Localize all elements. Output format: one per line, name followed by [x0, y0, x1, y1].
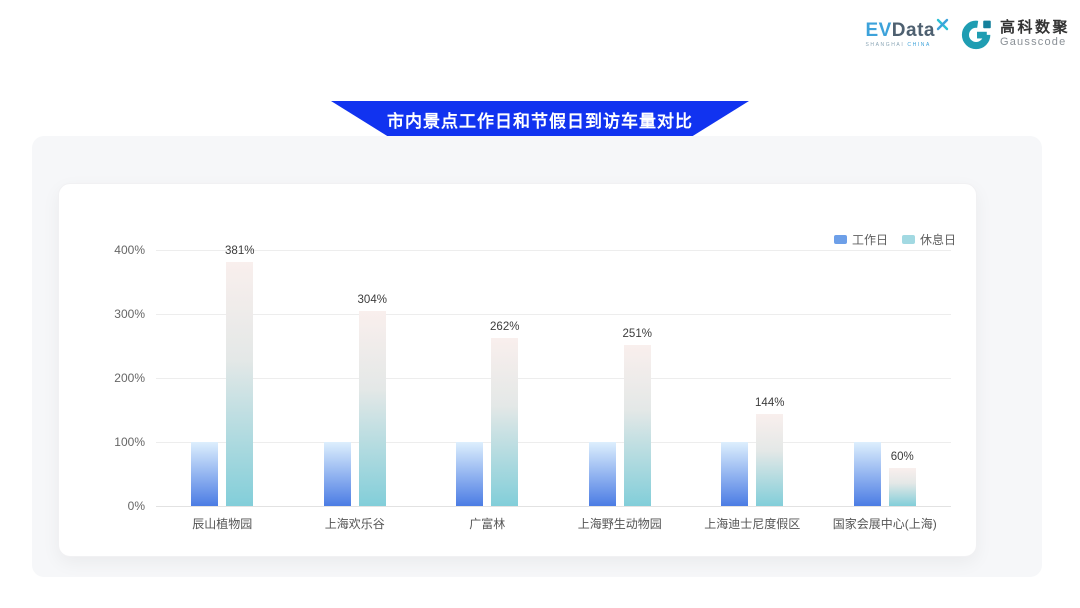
legend-item-restday[interactable]: 休息日 — [902, 231, 956, 248]
x-axis-label-广富林: 广富林 — [421, 515, 553, 532]
y-axis-tick-400%: 400% — [89, 243, 145, 257]
gausscode-logo: 高科数聚 Gausscode — [961, 18, 1070, 50]
workday-legend-marker — [834, 235, 847, 244]
value-label-国家会展中心(上海): 60% — [857, 451, 947, 463]
y-axis-tick-0%: 0% — [89, 499, 145, 513]
value-label-广富林: 262% — [460, 321, 550, 333]
bar-restday-国家会展中心(上海) — [889, 468, 916, 506]
value-label-辰山植物园: 381% — [195, 245, 285, 257]
workday-legend-label: 工作日 — [852, 231, 888, 248]
y-axis-tick-300%: 300% — [89, 307, 145, 321]
bar-workday-上海迪士尼度假区 — [721, 442, 748, 506]
bar-workday-广富林 — [456, 442, 483, 506]
x-axis-label-上海迪士尼度假区: 上海迪士尼度假区 — [686, 515, 818, 532]
bar-workday-上海野生动物园 — [589, 442, 616, 506]
evdata-ev-text: EV — [865, 21, 891, 40]
restday-legend-label: 休息日 — [920, 231, 956, 248]
x-axis-label-上海野生动物园: 上海野生动物园 — [554, 515, 686, 532]
y-axis-tick-100%: 100% — [89, 435, 145, 449]
bar-restday-辰山植物园 — [226, 262, 253, 506]
evdata-subtext-right: CHINA — [907, 42, 931, 48]
evdata-wordmark: EVData — [865, 21, 949, 40]
header-logos: EVData SHANGHAI CHINA 高科数聚 Gausscode — [865, 18, 1070, 50]
legend-item-workday[interactable]: 工作日 — [834, 231, 888, 248]
page-title: 市内景点工作日和节假日到访车量对比 — [387, 107, 693, 134]
x-axis-label-上海欢乐谷: 上海欢乐谷 — [289, 515, 421, 532]
bar-restday-上海欢乐谷 — [359, 311, 386, 506]
gridline-300% — [156, 314, 951, 315]
value-label-上海野生动物园: 251% — [592, 328, 682, 340]
gridline-100% — [156, 442, 951, 443]
evdata-subtext: SHANGHAI CHINA — [865, 43, 949, 48]
evdata-x-icon — [936, 18, 949, 31]
evdata-data-text: Data — [892, 21, 935, 40]
page: EVData SHANGHAI CHINA 高科数聚 Gausscode — [0, 0, 1080, 608]
gridline-0% — [156, 506, 951, 507]
evdata-logo: EVData SHANGHAI CHINA — [865, 21, 949, 48]
gridline-200% — [156, 378, 951, 379]
bar-workday-辰山植物园 — [191, 442, 218, 506]
y-axis-tick-200%: 200% — [89, 371, 145, 385]
gausscode-cn: 高科数聚 — [1000, 19, 1070, 36]
gausscode-g-icon — [961, 18, 993, 50]
x-axis-label-国家会展中心(上海): 国家会展中心(上海) — [819, 515, 951, 532]
value-label-上海迪士尼度假区: 144% — [725, 397, 815, 409]
value-label-上海欢乐谷: 304% — [327, 294, 417, 306]
evdata-subtext-left: SHANGHAI — [865, 42, 904, 48]
bar-restday-上海迪士尼度假区 — [756, 414, 783, 506]
plot-area: 381%辰山植物园304%上海欢乐谷262%广富林251%上海野生动物园144%… — [156, 250, 951, 506]
title-banner: 市内景点工作日和节假日到访车量对比 — [331, 101, 749, 140]
gausscode-text: 高科数聚 Gausscode — [1000, 19, 1070, 49]
gausscode-en: Gausscode — [1000, 36, 1070, 49]
chart-legend: 工作日 休息日 — [834, 231, 956, 248]
restday-legend-marker — [902, 235, 915, 244]
chart-card: 工作日 休息日 381%辰山植物园304%上海欢乐谷262%广富林251%上海野… — [58, 183, 977, 557]
x-axis-label-辰山植物园: 辰山植物园 — [156, 515, 288, 532]
chart-panel: 工作日 休息日 381%辰山植物园304%上海欢乐谷262%广富林251%上海野… — [32, 136, 1042, 577]
bar-workday-上海欢乐谷 — [324, 442, 351, 506]
bar-restday-上海野生动物园 — [624, 345, 651, 506]
bar-restday-广富林 — [491, 338, 518, 506]
